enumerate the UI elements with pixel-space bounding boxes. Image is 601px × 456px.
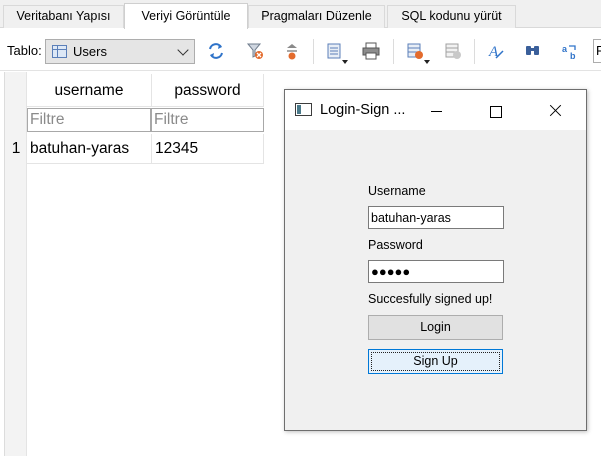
- save-filter-icon[interactable]: [283, 42, 301, 60]
- password-field[interactable]: [368, 260, 504, 283]
- data-grid: username password 1 batuhan-yaras 12345: [4, 72, 264, 456]
- toolbar-separator: [474, 39, 475, 64]
- chevron-down-icon: [177, 44, 189, 56]
- table-icon: [52, 45, 67, 58]
- window-titlebar[interactable]: Login-Sign ...: [285, 90, 586, 130]
- login-window: Login-Sign ... Username Password Succesf…: [284, 89, 587, 431]
- svg-text:b: b: [570, 51, 576, 60]
- close-icon[interactable]: [533, 98, 579, 124]
- login-button[interactable]: Login: [368, 315, 503, 340]
- filter-cell-username[interactable]: [27, 108, 151, 132]
- svg-text:a: a: [562, 44, 568, 54]
- password-input[interactable]: [369, 261, 503, 282]
- row-header-column: [5, 72, 27, 456]
- tab-bar: Veritabanı Yapısı Veriyi Görüntüle Pragm…: [0, 0, 601, 29]
- minimize-icon[interactable]: [415, 98, 461, 124]
- table-cell-password[interactable]: 12345: [152, 134, 264, 164]
- refresh-icon[interactable]: [207, 42, 225, 60]
- table-select-value: Users: [73, 44, 107, 59]
- status-message: Succesfully signed up!: [368, 292, 493, 306]
- maximize-icon[interactable]: [473, 98, 519, 124]
- tab-browse-data[interactable]: Veriyi Görüntüle: [124, 3, 248, 29]
- replace-icon[interactable]: a b: [561, 42, 579, 60]
- toolbar-separator: [313, 39, 314, 64]
- filter-cell-password[interactable]: [151, 108, 264, 132]
- username-label: Username: [368, 184, 426, 198]
- username-input[interactable]: [369, 207, 503, 228]
- save-filter-as-icon[interactable]: [326, 42, 344, 60]
- sign-up-button[interactable]: Sign Up: [368, 349, 503, 374]
- tab-edit-pragmas[interactable]: Pragmaları Düzenle: [248, 5, 385, 28]
- username-field[interactable]: [368, 206, 504, 229]
- table-cell-username[interactable]: batuhan-yaras: [27, 134, 152, 164]
- window-icon: [295, 103, 312, 116]
- delete-record-icon[interactable]: [444, 42, 462, 60]
- window-title: Login-Sign ...: [320, 102, 406, 118]
- table-label: Tablo:: [7, 43, 42, 58]
- dropdown-arrow-icon[interactable]: [424, 60, 430, 64]
- table-select[interactable]: Users: [45, 39, 195, 64]
- tab-database-structure[interactable]: Veritabanı Yapısı: [3, 5, 124, 28]
- column-header-password[interactable]: password: [152, 74, 264, 107]
- dropdown-arrow-icon[interactable]: [342, 60, 348, 64]
- filter-input-password[interactable]: [152, 109, 263, 131]
- clear-filters-icon[interactable]: [246, 42, 264, 60]
- toolbar-separator: [393, 39, 394, 64]
- tab-execute-sql[interactable]: SQL kodunu yürüt: [387, 5, 516, 28]
- toolbar: Tablo: Users A a b: [0, 29, 601, 71]
- column-header-username[interactable]: username: [27, 74, 152, 107]
- filter-input-username[interactable]: [28, 109, 150, 131]
- font-icon[interactable]: A: [487, 42, 505, 60]
- print-icon[interactable]: [362, 42, 380, 60]
- find-icon[interactable]: [524, 42, 542, 60]
- row-number[interactable]: 1: [5, 134, 27, 164]
- global-filter-input[interactable]: F: [593, 39, 601, 63]
- insert-record-icon[interactable]: [406, 42, 424, 60]
- password-label: Password: [368, 238, 423, 252]
